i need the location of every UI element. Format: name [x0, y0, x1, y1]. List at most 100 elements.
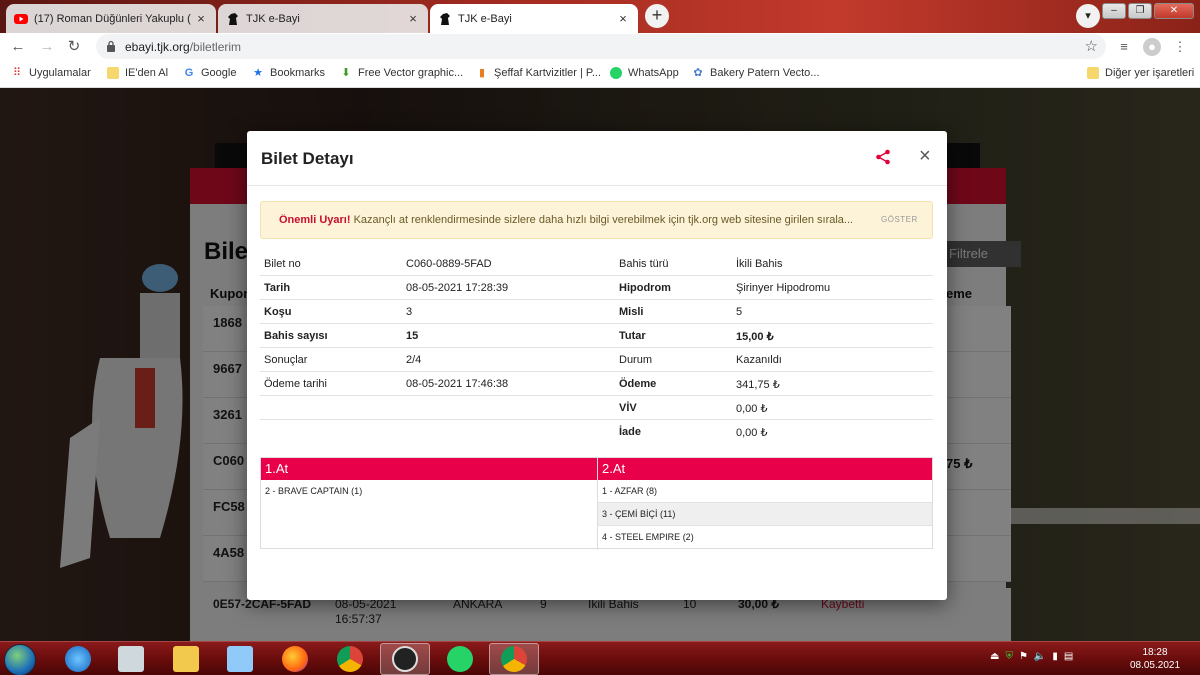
- lock-icon: [107, 40, 115, 52]
- address-bar[interactable]: ebayi.tjk.org/biletlerim ☆: [96, 34, 1106, 59]
- taskbar-whatsapp[interactable]: [435, 643, 485, 675]
- detail-label: Durum: [619, 354, 653, 366]
- playlist-icon[interactable]: ≡: [1115, 38, 1133, 56]
- detail-value: 2/4: [406, 354, 422, 366]
- shield-icon[interactable]: ⛨: [1005, 651, 1013, 662]
- detail-value: 341,75 ₺: [736, 379, 780, 391]
- warning-alert: Önemli Uyarı! Kazançlı at renklendirmesi…: [260, 201, 933, 239]
- whatsapp-icon: [610, 67, 622, 79]
- detail-label: Tarih: [264, 282, 291, 294]
- chrome-icon: [337, 646, 363, 672]
- detail-value: Şirinyer Hipodromu: [736, 282, 831, 294]
- start-button[interactable]: [4, 644, 36, 675]
- firefox-icon: [282, 646, 308, 672]
- taskbar-clock[interactable]: 18:28 08.05.2021: [1120, 646, 1190, 672]
- bookmark-freevector[interactable]: ⬇ Free Vector graphic...: [340, 67, 463, 79]
- taskbar-internet-explorer[interactable]: [53, 643, 103, 675]
- keyboard-icon[interactable]: ▤: [1064, 651, 1073, 662]
- browser-toolbar: ← → ↻ ebayi.tjk.org/biletlerim ☆ ≡ ● ⋮: [0, 33, 1200, 61]
- network-computer-icon: [227, 646, 253, 672]
- detail-label: VİV: [619, 402, 637, 414]
- url-path: /biletlerim: [189, 40, 242, 54]
- folder-icon: [107, 67, 119, 79]
- browser-tab-strip: (17) Roman Düğünleri Yakuplu ( × TJK e-B…: [0, 0, 1200, 33]
- detail-value: 15: [406, 330, 419, 342]
- horse-entry: 4 - STEEL EMPIRE (2): [602, 532, 694, 542]
- tab-search-icon[interactable]: ▾: [1076, 4, 1100, 28]
- taskbar-chrome[interactable]: [325, 643, 375, 675]
- apps-grid-icon: ⠿: [12, 67, 22, 79]
- horse-icon: [440, 12, 450, 25]
- share-icon[interactable]: [875, 149, 891, 165]
- tab-close-icon[interactable]: ×: [406, 11, 420, 26]
- detail-row: Bilet no C060-0889-5FAD Bahis türü İkili…: [260, 252, 933, 276]
- bookmark-whatsapp[interactable]: WhatsApp: [610, 67, 679, 79]
- star-icon: ★: [253, 67, 263, 79]
- bookmark-apps[interactable]: ⠿ Uygulamalar: [11, 67, 91, 79]
- forward-arrow-icon[interactable]: →: [37, 37, 57, 57]
- browser-tab-youtube[interactable]: (17) Roman Düğünleri Yakuplu ( ×: [6, 4, 216, 33]
- file-explorer-icon: [173, 646, 199, 672]
- new-tab-button[interactable]: +: [645, 4, 669, 28]
- alert-strong: Önemli Uyarı!: [279, 214, 351, 226]
- bookmark-label: Diğer yer işaretleri: [1105, 67, 1195, 79]
- flag-icon[interactable]: ⚑: [1019, 651, 1028, 662]
- detail-label: Bahis türü: [619, 258, 669, 270]
- menu-kebab-icon[interactable]: ⋮: [1171, 38, 1189, 56]
- bookmark-label: Bakery Patern Vecto...: [710, 67, 820, 79]
- detail-row: Tarih 08-05-2021 17:28:39 Hipodrom Şirin…: [260, 276, 933, 300]
- reload-icon[interactable]: ↻: [64, 37, 84, 57]
- detail-label: Hipodrom: [619, 282, 671, 294]
- google-icon: G: [184, 67, 194, 79]
- maximize-icon[interactable]: ❐: [1128, 3, 1152, 19]
- taskbar-file-explorer[interactable]: [161, 643, 211, 675]
- taskbar-pen-app[interactable]: [380, 643, 430, 675]
- minimize-icon[interactable]: –: [1102, 3, 1126, 19]
- detail-label: Bahis sayısı: [264, 330, 328, 342]
- tab-close-icon[interactable]: ×: [194, 11, 208, 26]
- tab-close-icon[interactable]: ×: [616, 11, 630, 26]
- detail-label: Ödeme: [619, 378, 657, 390]
- calculator-icon: [118, 646, 144, 672]
- taskbar-calculator[interactable]: [106, 643, 156, 675]
- detail-label: Tutar: [619, 330, 646, 342]
- taskbar-chrome-active[interactable]: [489, 643, 539, 675]
- detail-value: 15,00 ₺: [736, 331, 774, 343]
- show-alert-button[interactable]: GÖSTER: [881, 215, 918, 224]
- network-signal-icon[interactable]: ▮: [1052, 651, 1058, 662]
- detail-row: Sonuçlar 2/4 Durum Kazanıldı: [260, 348, 933, 372]
- bookmark-star-icon[interactable]: ☆: [1085, 37, 1098, 55]
- detail-row: Bahis sayısı 15 Tutar 15,00 ₺: [260, 324, 933, 348]
- bookmark-bakery[interactable]: ✿ Bakery Patern Vecto...: [692, 67, 819, 79]
- bookmark-label: Bookmarks: [270, 67, 326, 79]
- taskbar-firefox[interactable]: [270, 643, 320, 675]
- bookmark-kartvizit[interactable]: ▮ Şeffaf Kartvizitler | P...: [476, 67, 601, 79]
- download-icon: ⬇: [341, 67, 351, 79]
- back-arrow-icon[interactable]: ←: [8, 37, 28, 57]
- bookmark-google[interactable]: G Google: [183, 67, 237, 79]
- url-text: ebayi.tjk.org/biletlerim: [125, 40, 241, 54]
- bookmark-bookmarks[interactable]: ★ Bookmarks: [252, 67, 325, 79]
- bookmark-label: Free Vector graphic...: [358, 67, 464, 79]
- horses-table: 1.At 2.At 2 - BRAVE CAPTAIN (1) 1 - AZFA…: [260, 457, 933, 550]
- bookmark-ie[interactable]: IE'den Al: [107, 67, 168, 79]
- horse-entry: 2 - BRAVE CAPTAIN (1): [265, 486, 363, 496]
- detail-value: İkili Bahis: [736, 258, 783, 270]
- modal-close-icon[interactable]: ×: [919, 146, 931, 166]
- profile-avatar-icon[interactable]: ●: [1143, 38, 1161, 56]
- speaker-icon[interactable]: 🔈: [1034, 651, 1046, 662]
- browser-tab-tjk-1[interactable]: TJK e-Bayi ×: [218, 4, 428, 33]
- alert-message: Kazançlı at renklendirmesinde sizlere da…: [350, 214, 854, 226]
- taskbar-network[interactable]: [215, 643, 265, 675]
- detail-row: İade 0,00 ₺: [260, 420, 933, 444]
- detail-value: 5: [736, 306, 743, 318]
- usb-icon[interactable]: ⏏: [990, 651, 999, 662]
- bookmark-other[interactable]: Diğer yer işaretleri: [1087, 67, 1194, 79]
- url-host: ebayi.tjk.org: [125, 40, 190, 54]
- cog-icon: ✿: [693, 67, 703, 79]
- internet-explorer-icon: [65, 646, 91, 672]
- browser-tab-tjk-2-active[interactable]: TJK e-Bayi ×: [430, 4, 638, 33]
- close-window-icon[interactable]: ✕: [1154, 3, 1194, 19]
- windows-taskbar: ⏏ ⛨ ⚑ 🔈 ▮ ▤ 18:28 08.05.2021: [0, 641, 1200, 675]
- detail-label: Misli: [619, 306, 644, 318]
